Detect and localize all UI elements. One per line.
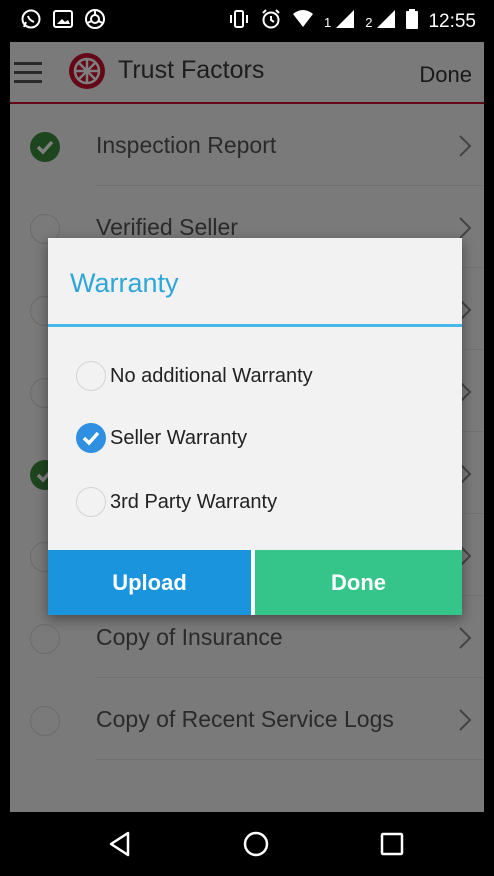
sim1-label: 1 (323, 14, 332, 30)
wifi-icon (292, 9, 314, 35)
screen: 1 2 12:55 Warranty No additional Warrant… (10, 0, 484, 876)
vibrate-icon (228, 9, 250, 35)
option-no-additional-warranty[interactable]: No additional Warranty (76, 358, 313, 394)
home-icon[interactable] (242, 830, 270, 858)
option-label: Seller Warranty (110, 426, 248, 449)
navigation-bar (10, 812, 484, 876)
battery-icon (406, 9, 419, 35)
radio-unselected-icon[interactable] (76, 487, 106, 517)
back-icon[interactable] (106, 830, 134, 858)
warranty-dialog: Warranty No additional Warranty Seller W… (48, 238, 462, 615)
dialog-done-button[interactable]: Done (255, 550, 462, 615)
signal-icon (376, 9, 396, 35)
radio-unselected-icon[interactable] (76, 361, 106, 391)
radio-selected-icon[interactable] (76, 423, 106, 453)
option-label: 3rd Party Warranty (110, 490, 278, 513)
dialog-divider (48, 324, 462, 327)
dialog-buttons: Upload Done (48, 550, 462, 615)
clock: 12:55 (428, 11, 476, 32)
image-icon (52, 8, 74, 30)
option-3rd-party-warranty[interactable]: 3rd Party Warranty (76, 484, 277, 520)
chrome-icon (84, 8, 106, 30)
signal-icon (335, 9, 355, 35)
upload-button[interactable]: Upload (48, 550, 251, 615)
alarm-icon (260, 8, 282, 36)
sim2-label: 2 (365, 14, 373, 30)
dialog-title: Warranty (70, 268, 179, 298)
recents-icon[interactable] (378, 830, 406, 858)
status-bar: 1 2 12:55 (10, 0, 484, 42)
option-seller-warranty[interactable]: Seller Warranty (76, 420, 247, 456)
whatsapp-icon (20, 8, 42, 30)
option-label: No additional Warranty (110, 364, 313, 387)
